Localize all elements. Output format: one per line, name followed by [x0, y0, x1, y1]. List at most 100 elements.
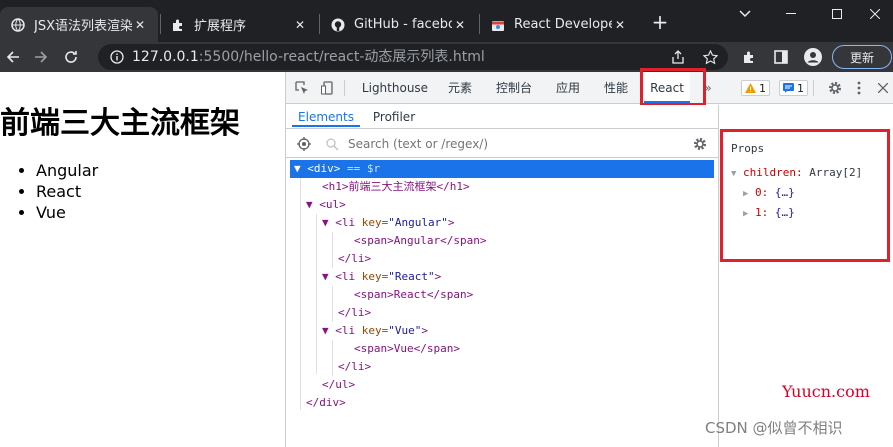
tree-row-li[interactable]: ▼ <li key="React">: [290, 268, 714, 286]
subtab-elements[interactable]: Elements: [292, 105, 360, 127]
tab-console[interactable]: 控制台: [490, 72, 538, 104]
browser-toolbar: 127.0.0.1:5500/hello-react/react-动态展示列表.…: [0, 42, 893, 72]
tab-application[interactable]: 应用: [550, 72, 586, 104]
tab-jsx-list[interactable]: JSX语法列表渲染 ✕: [0, 7, 158, 42]
forward-icon[interactable]: [28, 42, 54, 72]
tag-text: </li>: [338, 306, 372, 319]
tree-row-div[interactable]: ▼ <div> == $r: [290, 160, 714, 178]
warning-icon: [745, 83, 756, 93]
url-text[interactable]: 127.0.0.1:5500/hello-react/react-动态展示列表.…: [132, 42, 485, 72]
tab-lighthouse[interactable]: Lighthouse: [360, 72, 430, 104]
tag-text: <span>React</span>: [354, 288, 474, 301]
inspect-element-icon[interactable]: [292, 78, 312, 98]
extensions-puzzle-icon[interactable]: [736, 42, 762, 72]
warnings-badge[interactable]: 1: [741, 80, 770, 96]
props-title: Props: [731, 142, 765, 155]
list-item: React: [36, 181, 98, 202]
tag-text: ▼ <li: [322, 324, 362, 337]
tag-text: </li>: [338, 252, 372, 265]
close-icon[interactable]: ✕: [132, 18, 148, 32]
expand-arrow-icon: ▶: [743, 209, 749, 219]
close-icon[interactable]: ✕: [612, 18, 628, 32]
select-component-crosshair-icon[interactable]: [294, 134, 314, 154]
tab-elements[interactable]: 元素: [442, 72, 478, 104]
info-icon[interactable]: [104, 42, 130, 72]
toolbar-divider: [813, 80, 814, 96]
tree-row-li-close[interactable]: </li>: [290, 250, 714, 268]
profile-avatar-icon[interactable]: [800, 42, 826, 72]
url-path: :5500/hello-react/react-动态展示列表.html: [198, 49, 485, 65]
tab-title: JSX语法列表渲染: [34, 19, 132, 34]
collapse-arrow-icon: ▼: [731, 169, 737, 179]
attr-key: key=: [361, 216, 389, 229]
tree-row-ul[interactable]: ▼ <ul>: [290, 196, 714, 214]
tree-row-span[interactable]: <span>Vue</span>: [290, 340, 714, 358]
warnings-count: 1: [759, 81, 766, 95]
tab-search-chevron-icon[interactable]: [722, 0, 768, 28]
update-button[interactable]: 更新: [832, 45, 892, 69]
devtools-toolbar: Lighthouse 元素 控制台 应用 性能 React » 1 1: [286, 68, 893, 106]
attr-key: key=: [361, 270, 389, 283]
side-panel-icon[interactable]: [768, 42, 794, 72]
attr-value: "Angular": [388, 216, 448, 229]
toolbar-divider: [344, 80, 345, 96]
props-children-row[interactable]: ▼ children: Array[2]: [731, 163, 862, 183]
close-devtools-icon[interactable]: [873, 78, 893, 98]
react-subtabs: Elements Profiler: [286, 105, 718, 129]
props-panel: Props ▼ children: Array[2] ▶ 0: {…} ▶ 1:…: [720, 129, 890, 262]
attr-value: "Vue": [388, 324, 422, 337]
component-tree: ▼ <div> == $r <h1>前端三大主流框架</h1> ▼ <ul> ▼…: [286, 160, 718, 447]
tag-text: >: [434, 270, 442, 283]
messages-badge[interactable]: 1: [779, 80, 808, 96]
tab-title: 扩展程序: [194, 19, 247, 34]
list-item: Vue: [36, 202, 98, 223]
tree-row-li-close[interactable]: </li>: [290, 358, 714, 376]
tag-text: <h1>前端三大主流框架</h1>: [322, 180, 470, 193]
tag-text: ▼ <div>: [294, 162, 341, 175]
tab-performance[interactable]: 性能: [598, 72, 634, 104]
tree-row-span[interactable]: <span>Angular</span>: [290, 232, 714, 250]
tree-row-h1[interactable]: <h1>前端三大主流框架</h1>: [290, 178, 714, 196]
framework-list: Angular React Vue: [14, 160, 98, 223]
tree-row-ul-close[interactable]: </ul>: [290, 376, 714, 394]
expand-arrow-icon: ▶: [743, 189, 749, 199]
tag-text: <span>Angular</span>: [354, 234, 487, 247]
tree-row-li[interactable]: ▼ <li key="Angular">: [290, 214, 714, 232]
component-settings-gear-icon[interactable]: [690, 134, 710, 154]
close-icon[interactable]: ✕: [292, 18, 308, 32]
tag-text: >: [421, 324, 428, 337]
tree-row-li-close[interactable]: </li>: [290, 304, 714, 322]
settings-gear-icon[interactable]: [825, 78, 845, 98]
tree-row-li[interactable]: ▼ <li key="Vue">: [290, 322, 714, 340]
tab-extensions[interactable]: 扩展程序 ✕: [160, 7, 318, 42]
more-tabs-chevron-icon[interactable]: »: [701, 72, 715, 104]
tab-github[interactable]: GitHub - facebo ✕: [320, 7, 478, 42]
props-entry-row[interactable]: ▶ 0: {…}: [743, 183, 795, 203]
new-tab-button[interactable]: +: [648, 8, 672, 36]
close-icon[interactable]: ✕: [452, 18, 468, 32]
tree-row-span[interactable]: <span>React</span>: [290, 286, 714, 304]
tree-row-div-close[interactable]: </div>: [290, 394, 714, 412]
github-icon: [330, 17, 346, 33]
reload-icon[interactable]: [58, 42, 84, 72]
tag-text: </li>: [338, 360, 372, 373]
prop-key: 1:: [755, 206, 769, 219]
back-icon[interactable]: [0, 42, 26, 72]
kebab-menu-icon[interactable]: [849, 78, 869, 98]
device-toolbar-icon[interactable]: [318, 78, 338, 98]
minimize-icon[interactable]: [768, 0, 814, 28]
pane-divider[interactable]: [718, 105, 719, 447]
messages-count: 1: [797, 81, 804, 95]
message-icon: [783, 83, 794, 93]
component-search-input[interactable]: [348, 130, 678, 158]
prop-key: 0:: [755, 186, 769, 199]
props-entry-row[interactable]: ▶ 1: {…}: [743, 203, 795, 223]
subtab-profiler[interactable]: Profiler: [372, 105, 416, 129]
tag-text: ▼ <ul>: [306, 198, 346, 211]
maximize-icon[interactable]: [814, 0, 860, 28]
tab-react-devtools[interactable]: React Developer ✕: [480, 7, 638, 42]
react-tab-highlight: [640, 68, 706, 106]
window-close-icon[interactable]: [856, 0, 893, 28]
tag-text: </div>: [306, 396, 346, 409]
tag-text: >: [447, 216, 455, 229]
